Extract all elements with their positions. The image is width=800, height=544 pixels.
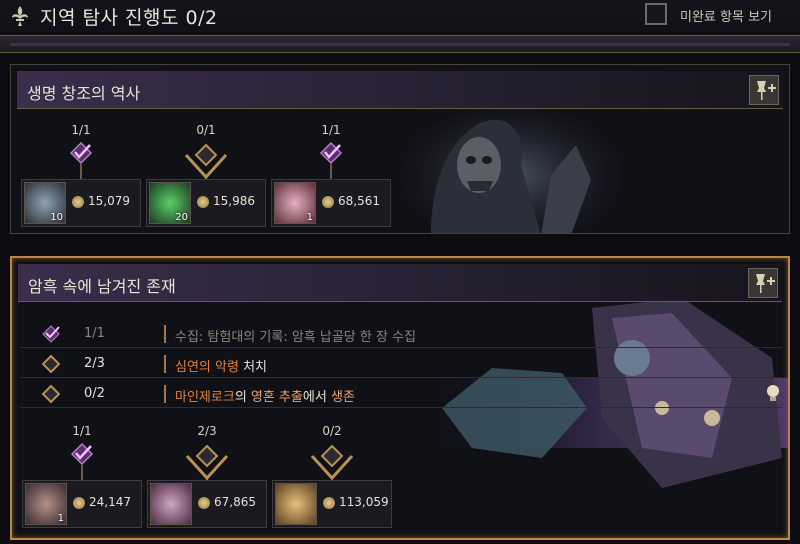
lightbulb-icon[interactable]	[765, 384, 781, 404]
pin-button[interactable]	[748, 268, 778, 298]
reward-slot[interactable]: 10 15,079	[21, 179, 141, 227]
tier-progress: 2/3	[197, 424, 217, 438]
show-incomplete-label[interactable]: 미완료 항목 보기	[680, 6, 772, 25]
fleur-de-lis-icon	[12, 6, 28, 26]
check-diamond-icon	[319, 141, 343, 183]
gold-amount: 68,561	[338, 194, 380, 208]
exploration-section-1: 생명 창조의 역사 1/1 10 15,079 0/1 20 15,986 1/…	[10, 64, 790, 234]
gold-amount: 15,079	[88, 194, 130, 208]
gold-coin-icon	[323, 497, 335, 509]
show-incomplete-checkbox[interactable]	[645, 3, 667, 25]
check-diamond-icon	[70, 442, 94, 484]
section-title: 생명 창조의 역사	[27, 84, 141, 103]
objective-progress: 1/1	[84, 326, 105, 341]
reward-item-icon[interactable]: 20	[149, 182, 191, 224]
reward-slot[interactable]: 1 68,561	[271, 179, 391, 227]
gold-amount: 67,865	[214, 495, 256, 509]
diamond-icon	[42, 355, 60, 373]
tier-progress: 0/2	[322, 424, 342, 438]
diamond-icon	[185, 444, 229, 484]
reward-tier-2: 2/3 67,865	[147, 424, 267, 534]
diamond-icon	[184, 143, 228, 183]
diamond-icon	[310, 444, 354, 484]
gold-coin-icon	[72, 196, 84, 208]
section-header[interactable]: 생명 창조의 역사	[17, 71, 783, 109]
gold-coin-icon	[73, 497, 85, 509]
check-diamond-icon	[42, 325, 60, 343]
objective-row[interactable]: 2/3 심연의 악령 처치	[20, 350, 782, 378]
gold-coin-icon	[197, 196, 209, 208]
pin-add-icon	[756, 274, 775, 293]
gold-amount: 113,059	[339, 495, 389, 509]
objective-row[interactable]: 0/2 마인제로크의 영혼 추출에서 생존	[20, 380, 782, 408]
objective-progress: 2/3	[84, 356, 105, 371]
reward-slot[interactable]: 113,059	[272, 480, 392, 528]
objective-row[interactable]: 1/1 수집: 탐험대의 기록: 암흑 납골당 한 장 수집	[20, 320, 782, 348]
reward-item-icon[interactable]	[275, 483, 317, 525]
section-header[interactable]: 암흑 속에 남겨진 존재	[18, 264, 782, 302]
gold-amount: 24,147	[89, 495, 131, 509]
objective-description: 마인제로크의 영혼 추출에서 생존	[175, 390, 355, 405]
tier-progress: 1/1	[321, 123, 341, 137]
reward-item-icon[interactable]: 1	[274, 182, 316, 224]
reward-tier-1: 1/1 10 15,079	[21, 123, 141, 233]
reward-item-icon[interactable]: 1	[25, 483, 67, 525]
reward-tier-2: 0/1 20 15,986	[146, 123, 266, 233]
undead-figure-art	[401, 105, 621, 233]
tier-progress: 1/1	[71, 123, 91, 137]
check-diamond-icon	[69, 141, 93, 183]
pin-button[interactable]	[749, 75, 779, 105]
reward-item-icon[interactable]: 10	[24, 182, 66, 224]
reward-slot[interactable]: 20 15,986	[146, 179, 266, 227]
pin-add-icon	[757, 81, 776, 100]
objective-description: 수집: 탐험대의 기록: 암흑 납골당 한 장 수집	[175, 330, 417, 345]
reward-item-icon[interactable]	[150, 483, 192, 525]
objective-description: 심연의 악령 처치	[175, 360, 267, 375]
diamond-icon	[42, 385, 60, 403]
tier-progress: 1/1	[72, 424, 92, 438]
gold-amount: 15,986	[213, 194, 255, 208]
reward-slot[interactable]: 1 24,147	[22, 480, 142, 528]
reward-tier-3: 0/2 113,059	[272, 424, 392, 534]
gold-coin-icon	[322, 196, 334, 208]
reward-slot[interactable]: 67,865	[147, 480, 267, 528]
gold-coin-icon	[198, 497, 210, 509]
reward-tier-3: 1/1 1 68,561	[271, 123, 391, 233]
reward-tier-1: 1/1 1 24,147	[22, 424, 142, 534]
exploration-section-2: 암흑 속에 남겨진 존재 1/1 수집: 탐험대의 기록: 암흑 납골당 한 장…	[10, 256, 790, 540]
section-title: 암흑 속에 남겨진 존재	[28, 277, 176, 296]
header-bar: 지역 탐사 진행도 0/2 미완료 항목 보기	[0, 0, 800, 32]
page-title: 지역 탐사 진행도 0/2	[40, 7, 218, 29]
collapsed-panel-bar[interactable]	[0, 35, 800, 53]
tier-progress: 0/1	[196, 123, 216, 137]
objective-progress: 0/2	[84, 386, 105, 401]
